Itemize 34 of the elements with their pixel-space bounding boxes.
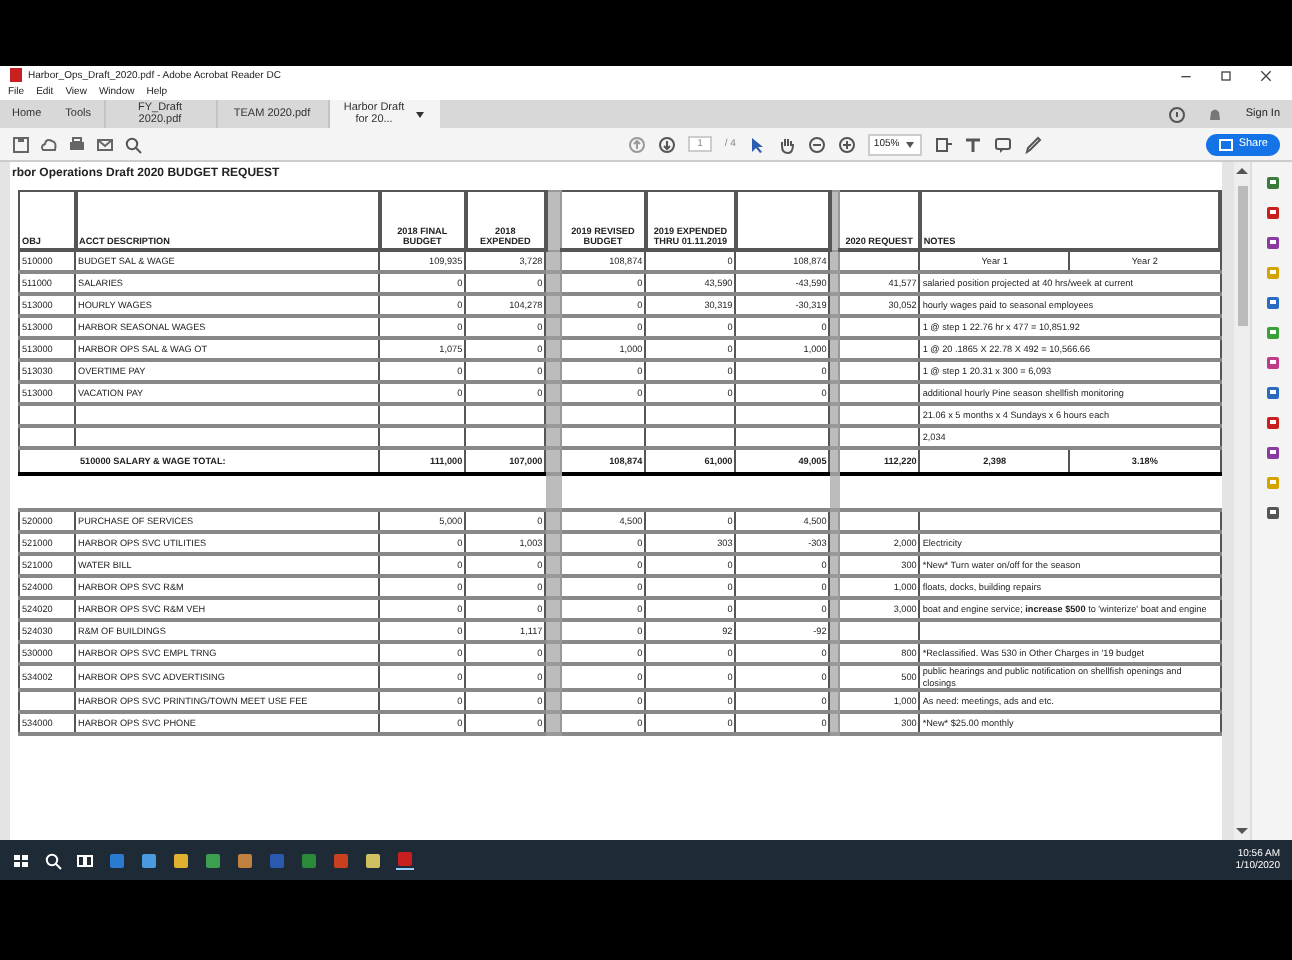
tool-icon[interactable] [1263,504,1281,522]
close-icon[interactable] [1260,69,1272,81]
marquee-icon[interactable] [963,135,982,153]
cursor-icon[interactable] [747,135,766,153]
zoom-out-icon[interactable] [807,135,826,153]
tool-icon[interactable] [1263,204,1281,222]
fit-page-icon[interactable] [933,135,952,153]
arrow-down-icon[interactable] [657,135,676,153]
bell-icon[interactable] [1205,105,1224,123]
windows-icon[interactable] [12,851,30,869]
maximize-icon[interactable] [1220,69,1232,81]
share-icon [1218,135,1235,153]
pdf-icon [8,66,24,84]
print-icon[interactable] [68,135,86,153]
tool-icon[interactable] [1263,354,1281,372]
scrollbar-thumb[interactable] [1237,186,1247,326]
mail-icon[interactable] [96,135,114,153]
tool-icon[interactable] [1263,444,1281,462]
tool-icon[interactable] [1263,384,1281,402]
arrow-up-icon[interactable] [627,135,646,153]
zoom-in-icon[interactable] [837,135,856,153]
tool-icon[interactable] [1263,294,1281,312]
search-icon[interactable] [124,135,142,153]
hand-icon[interactable] [777,135,796,153]
tool-icon[interactable] [1263,324,1281,342]
tool-icon[interactable] [1263,234,1281,252]
pen-icon[interactable] [1023,135,1042,153]
tool-icon[interactable] [1263,174,1281,192]
cloud-icon[interactable] [40,135,58,153]
help-icon[interactable] [1167,105,1186,123]
save-icon[interactable] [12,135,30,153]
tool-icon[interactable] [1263,414,1281,432]
task-view-icon[interactable] [76,851,94,869]
comment-icon[interactable] [993,135,1012,153]
